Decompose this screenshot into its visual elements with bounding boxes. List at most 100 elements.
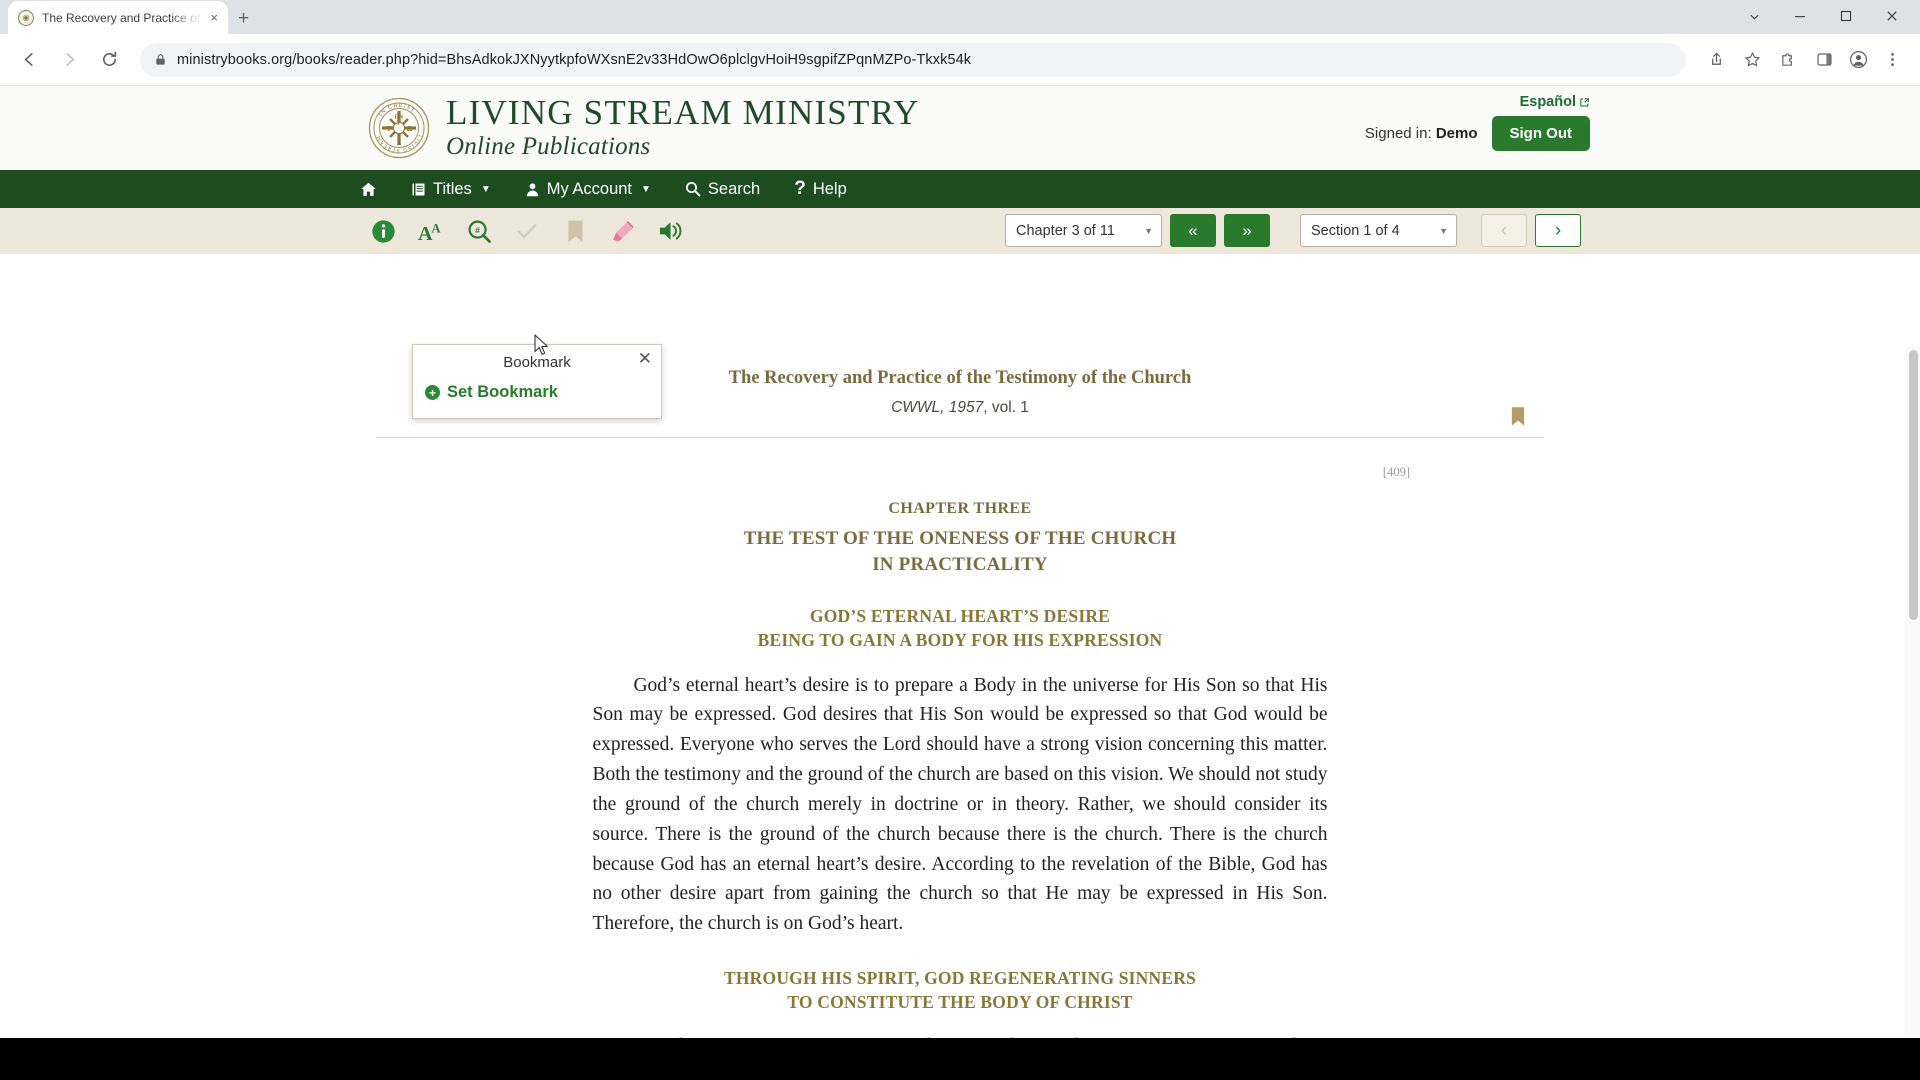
font-size-icon[interactable]: A A — [416, 216, 446, 246]
site-header: IN CHRIST LIVING STREAM EN P T Ω I Σ LIV… — [0, 86, 1920, 170]
tab-strip: ◉ The Recovery and Practice of the × + — [0, 0, 1920, 34]
site-logo[interactable]: IN CHRIST LIVING STREAM EN P T Ω I Σ LIV… — [368, 92, 920, 162]
signed-in-status: Signed in: Demo — [1365, 125, 1478, 142]
section-heading-2-line-1: THROUGH HIS SPIRIT, GOD REGENERATING SIN… — [724, 967, 1196, 988]
signed-in-row: Signed in: Demo Sign Out — [1365, 116, 1590, 151]
main-navigation-bar: Titles ▼ My Account ▼ Search ? Help — [0, 170, 1920, 208]
question-mark-icon: ? — [794, 178, 806, 199]
info-icon[interactable] — [368, 216, 398, 246]
section-heading-1-line-1: GOD’S ETERNAL HEART’S DESIRE — [809, 606, 1111, 627]
back-icon[interactable] — [12, 43, 46, 77]
svg-text:EN: EN — [395, 114, 404, 121]
espanol-label: Español — [1519, 94, 1576, 110]
lock-icon — [154, 53, 167, 66]
paragraph-1: God’s eternal heart’s desire is to prepa… — [592, 674, 1328, 935]
chevron-down-icon: ▼ — [641, 183, 651, 195]
star-icon[interactable] — [1736, 44, 1768, 76]
share-icon[interactable] — [1700, 44, 1732, 76]
page-number-marker: [409] — [1382, 465, 1410, 479]
bookmark-popup-body: + Set Bookmark — [413, 379, 661, 418]
page-bookmark-icon[interactable] — [1510, 406, 1526, 432]
bookmark-icon[interactable] — [560, 216, 590, 246]
espanol-link[interactable]: Español — [1520, 94, 1590, 110]
document-body: The Recovery and Practice of the Testimo… — [376, 346, 1544, 1038]
address-bar[interactable]: ministrybooks.org/books/reader.php?hid=B… — [140, 42, 1686, 77]
svg-text:P: P — [397, 121, 401, 127]
svg-text:Σ: Σ — [397, 140, 401, 147]
minimize-icon[interactable] — [1778, 3, 1822, 29]
nav-item-titles[interactable]: Titles ▼ — [411, 180, 491, 199]
plus-circle-icon: + — [425, 385, 440, 400]
address-bar-url: ministrybooks.org/books/reader.php?hid=B… — [177, 51, 972, 68]
scrollbar-thumb[interactable] — [1909, 350, 1918, 620]
svg-text:Ω: Ω — [407, 125, 413, 133]
reader-toolbar: A A # Chapter 3 of 11 ▼ « » Section 1 of… — [0, 208, 1920, 254]
page-viewport: IN CHRIST LIVING STREAM EN P T Ω I Σ LIV… — [0, 86, 1920, 1080]
profile-avatar-icon[interactable] — [1844, 46, 1872, 74]
chapter-label: CHAPTER THREE — [888, 500, 1032, 517]
signed-in-username: Demo — [1435, 125, 1478, 142]
brand-subtitle: Online Publications — [446, 133, 651, 161]
reload-icon[interactable] — [92, 43, 126, 77]
section-heading-1: GOD’S ETERNAL HEART’S DESIRE BEING TO GA… — [376, 605, 1544, 652]
maximize-icon[interactable] — [1824, 3, 1868, 29]
document-source-italic: CWWL, 1957 — [891, 399, 984, 416]
forward-icon[interactable] — [52, 43, 86, 77]
mouse-cursor — [534, 334, 551, 362]
brand-title: LIVING STREAM MINISTRY — [446, 92, 920, 132]
previous-chapter-button[interactable]: « — [1170, 214, 1216, 247]
section-select[interactable]: Section 1 of 4 ▼ — [1300, 214, 1457, 247]
nav-item-search-label: Search — [707, 179, 761, 198]
bottom-black-bar — [0, 1038, 1920, 1080]
chapter-select-value: Chapter 3 of 11 — [1016, 222, 1115, 239]
section-heading-2-line-2: TO CONSTITUTE THE BODY OF CHRIST — [787, 991, 1133, 1012]
reader-content: The Recovery and Practice of the Testimo… — [0, 346, 1920, 1038]
set-bookmark-button[interactable]: + Set Bookmark — [425, 383, 661, 402]
nav-item-search[interactable]: Search — [685, 180, 760, 199]
divider — [376, 437, 1544, 438]
nav-item-my-account[interactable]: My Account ▼ — [525, 180, 651, 199]
chapter-title-line-2: IN PRACTICALITY — [872, 553, 1048, 575]
search-in-book-icon[interactable]: # — [464, 216, 494, 246]
nav-item-my-account-label: My Account — [546, 179, 633, 198]
browser-toolbar: ministrybooks.org/books/reader.php?hid=B… — [0, 34, 1920, 86]
chapter-title: THE TEST OF THE ONENESS OF THE CHURCH IN… — [376, 526, 1544, 577]
nav-item-help-label: Help — [812, 179, 847, 198]
home-icon — [361, 182, 376, 196]
nav-item-help[interactable]: ? Help — [794, 178, 847, 200]
highlighter-icon[interactable] — [608, 216, 638, 246]
reader-pager: Chapter 3 of 11 ▼ « » Section 1 of 4 ▼ ‹… — [1005, 214, 1581, 247]
close-icon[interactable] — [1870, 3, 1914, 29]
sign-out-button[interactable]: Sign Out — [1491, 116, 1590, 151]
living-stream-ministry-seal-icon: IN CHRIST LIVING STREAM EN P T Ω I Σ — [368, 97, 430, 159]
puzzle-icon[interactable] — [1772, 44, 1804, 76]
tab-close-icon[interactable]: × — [210, 10, 218, 25]
next-section-button[interactable]: › — [1535, 214, 1581, 247]
signed-in-label: Signed in: — [1364, 125, 1432, 142]
section-select-value: Section 1 of 4 — [1311, 222, 1400, 239]
chevron-down-icon: ▼ — [1439, 225, 1448, 236]
nav-item-home[interactable] — [360, 181, 377, 198]
section-heading-1-line-2: BEING TO GAIN A BODY FOR HIS EXPRESSION — [757, 629, 1163, 650]
brand-text: LIVING STREAM MINISTRY Online Publicatio… — [446, 92, 920, 162]
svg-text:#: # — [475, 225, 480, 235]
three-dot-menu-icon[interactable] — [1876, 44, 1908, 76]
chapter-select[interactable]: Chapter 3 of 11 ▼ — [1005, 214, 1162, 247]
check-icon[interactable] — [512, 216, 542, 246]
book-icon — [412, 183, 425, 195]
reader-tools: A A # — [0, 216, 686, 246]
next-chapter-button[interactable]: » — [1224, 214, 1270, 247]
close-icon[interactable]: ✕ — [638, 350, 652, 367]
svg-text:T: T — [387, 125, 392, 133]
section-heading-2: THROUGH HIS SPIRIT, GOD REGENERATING SIN… — [376, 967, 1544, 1014]
browser-tab[interactable]: ◉ The Recovery and Practice of the × — [8, 1, 228, 34]
header-account-area: Español Signed in: Demo Sign Out — [1365, 94, 1590, 151]
vertical-scrollbar[interactable] — [1905, 346, 1920, 1038]
audio-speaker-icon[interactable] — [656, 216, 686, 246]
previous-section-button[interactable]: ‹ — [1481, 214, 1527, 247]
new-tab-button[interactable]: + — [238, 9, 249, 28]
chevron-down-icon[interactable] — [1732, 3, 1776, 29]
chapter-title-line-1: THE TEST OF THE ONENESS OF THE CHURCH — [743, 528, 1177, 549]
tab-title: The Recovery and Practice of the — [42, 10, 203, 25]
side-panel-icon[interactable] — [1808, 44, 1840, 76]
